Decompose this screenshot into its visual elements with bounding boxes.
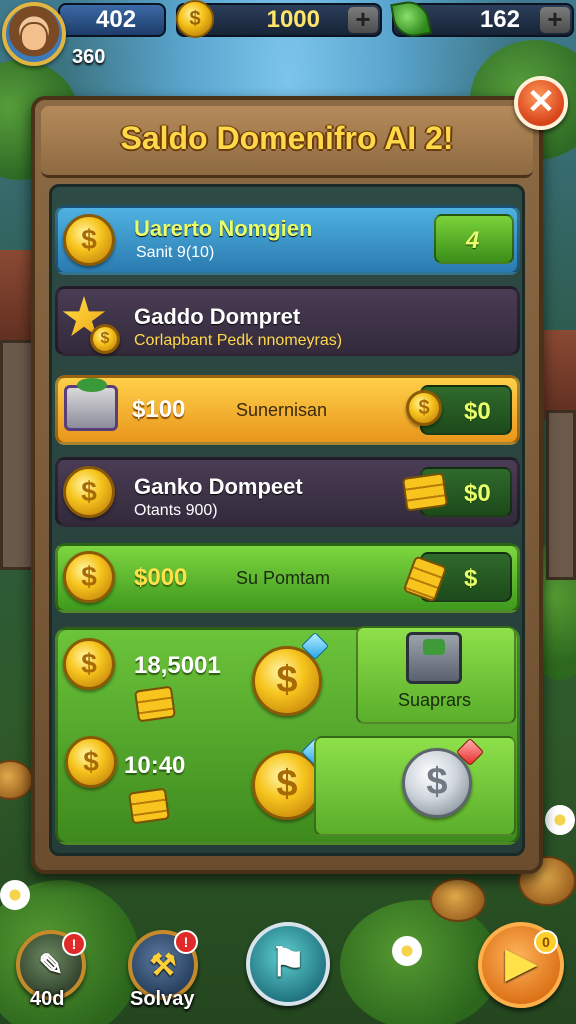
coin-icon: $ (176, 0, 214, 38)
add-coins-button[interactable]: + (348, 4, 378, 34)
gold-bars-icon (401, 472, 449, 512)
coins-value: 1000 (266, 6, 320, 33)
coin-icon: $ (63, 214, 115, 266)
chest-label: Suaprars (398, 690, 472, 710)
coin-icon: $ (406, 390, 442, 426)
close-button[interactable]: ✕ (514, 76, 568, 130)
avatar-face (20, 22, 48, 52)
notification-badge: ! (62, 932, 86, 956)
chest-icon (406, 632, 462, 684)
row-3-button-label: $0 (464, 398, 491, 425)
close-icon: ✕ (526, 83, 556, 121)
row-1-claim-button[interactable]: 4 (434, 214, 514, 264)
level-value: 402 (96, 6, 137, 33)
row-1-subtitle: Sanit 9(10) (136, 244, 215, 261)
notification-badge: ! (174, 930, 198, 954)
coin-icon: $ (65, 736, 117, 788)
xp-value: 360 (72, 46, 106, 68)
coin-icon: $ (63, 466, 115, 518)
notification-badge: 0 (534, 930, 558, 954)
row-4-subtitle: Otants 900) (134, 502, 218, 519)
row-5-value: $000 (134, 564, 188, 591)
row-2-subtitle: Corlapbant Pedk nnomeyras) (134, 332, 343, 349)
gold-bars-icon (133, 685, 177, 723)
coin-icon: $ (90, 324, 120, 354)
book-icon (64, 378, 118, 431)
add-gems-button[interactable]: + (540, 4, 570, 34)
plus-icon: + (355, 4, 371, 34)
row-5-label: Su Pomtam (236, 568, 331, 588)
row-1-button-label: 4 (466, 227, 480, 254)
gems-value: 162 (479, 6, 520, 33)
coin-icon: $ (63, 551, 115, 603)
plus-icon: + (547, 4, 563, 34)
row-3-value: $100 (132, 396, 186, 423)
bonus-value-1: 18,5001 (134, 652, 221, 679)
level-pill: 402 (58, 3, 166, 37)
row-4-button-label: $0 (464, 480, 491, 507)
row-5-button-label: $ (464, 565, 478, 592)
bonus-value-2: 10:40 (124, 752, 186, 779)
nav-2-label: Solvay (130, 988, 195, 1010)
nav-1-label: 40d (30, 988, 65, 1010)
row-1-title: Uarerto Nomgien (134, 216, 313, 241)
panel-header: Saldo Domenifro AI 2! (41, 106, 533, 178)
top-hud: 402 360 1000 + $ 162 + (0, 0, 576, 78)
coin-icon: $ (63, 638, 115, 690)
panel-title: Saldo Domenifro AI 2! (120, 120, 454, 156)
player-avatar[interactable] (2, 2, 66, 66)
gold-bars-icon (127, 787, 171, 825)
brush-icon: ⚑ (270, 941, 306, 985)
row-2-title: Gaddo Dompret (134, 304, 301, 329)
row-3-label: Sunernisan (236, 400, 328, 420)
nav-tools-button[interactable]: ⚑ (246, 922, 330, 1006)
row-4-title: Ganko Dompeet (134, 474, 303, 499)
